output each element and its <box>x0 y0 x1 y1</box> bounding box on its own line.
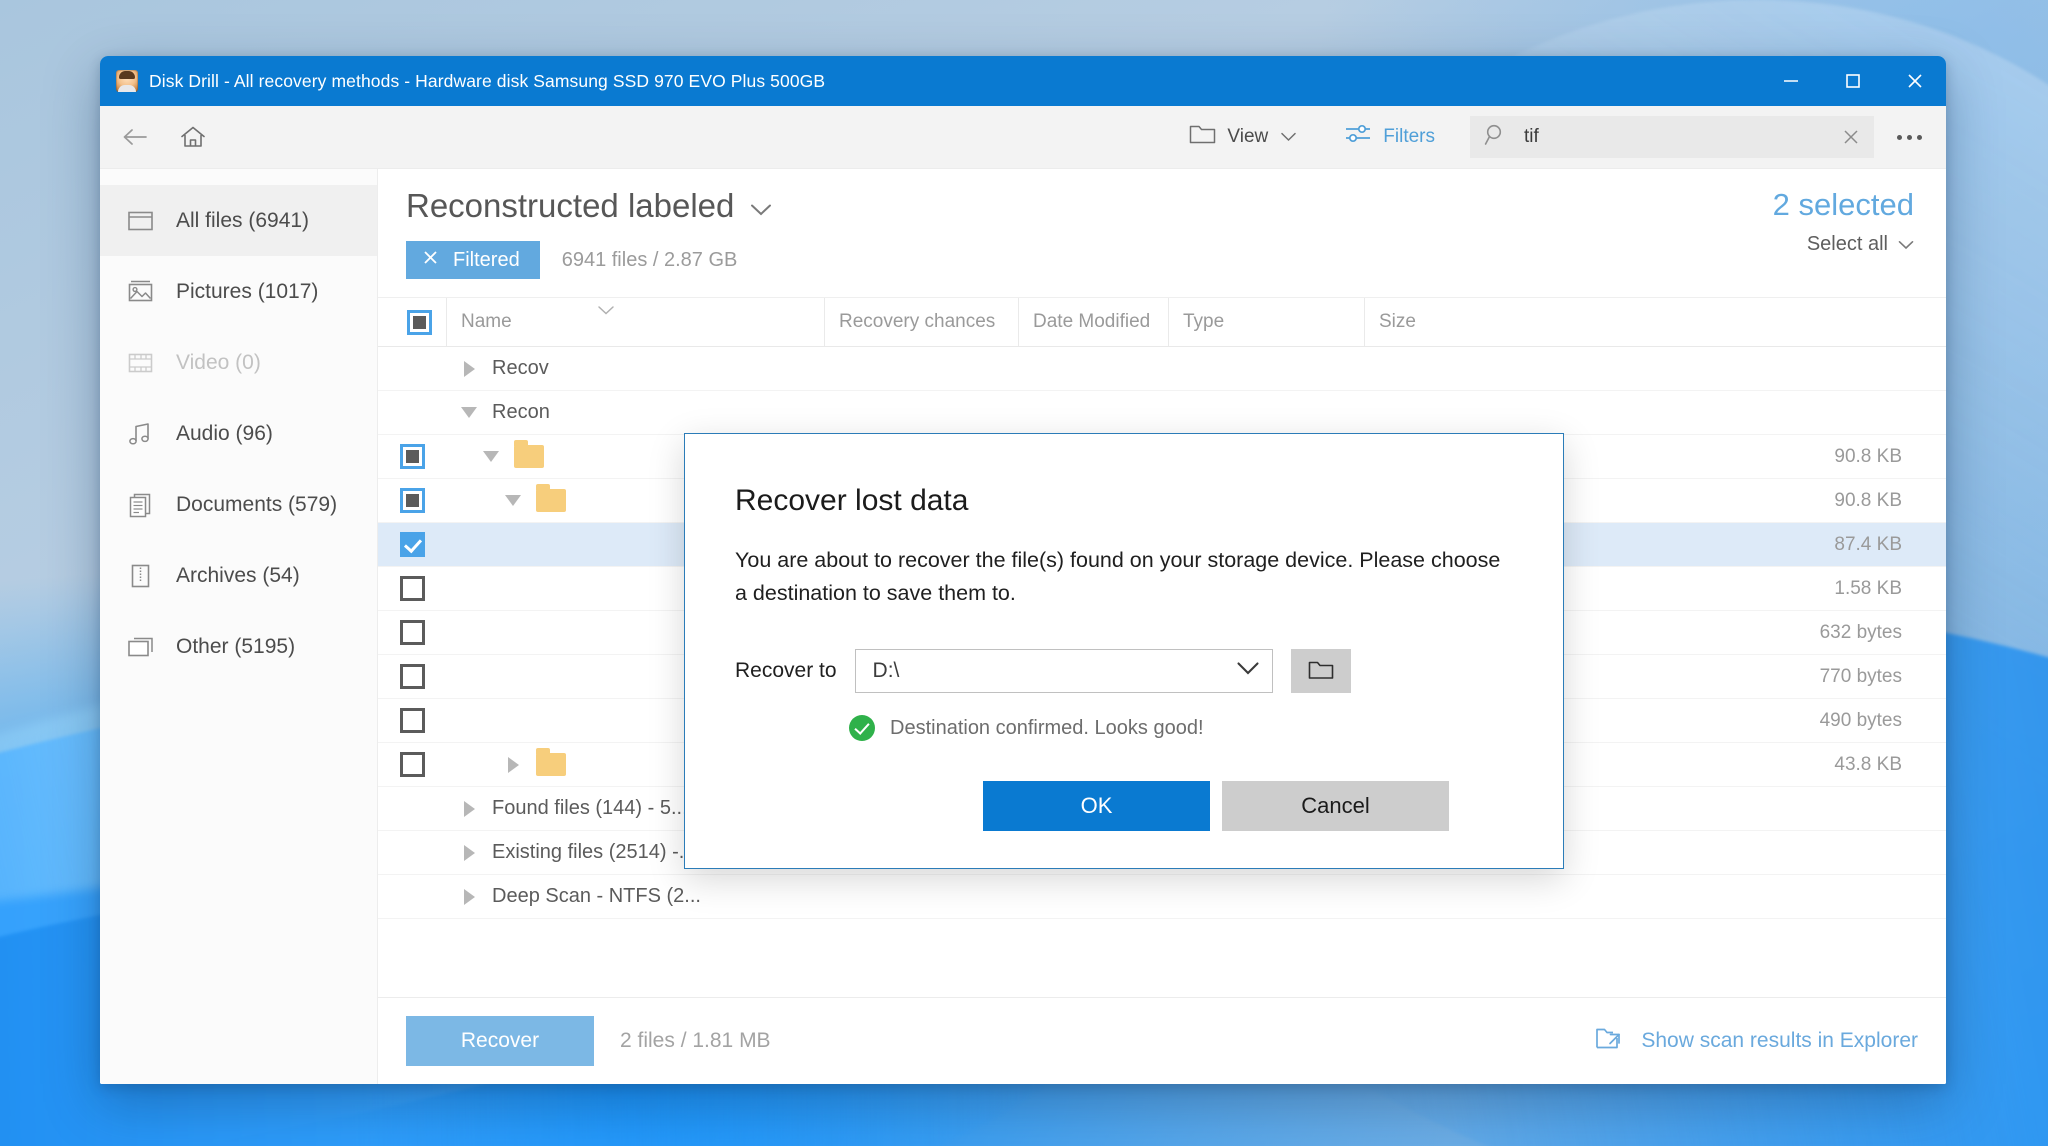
destination-input[interactable] <box>870 658 1236 685</box>
ok-button[interactable]: OK <box>983 781 1210 832</box>
dialog-title: Recover lost data <box>735 484 969 517</box>
modal-layer: Recover lost data You are about to recov… <box>100 56 1946 1084</box>
chevron-down-icon[interactable] <box>1236 661 1260 681</box>
success-check-icon <box>849 715 875 742</box>
destination-status-text: Destination confirmed. Looks good! <box>890 716 1204 739</box>
destination-status: Destination confirmed. Looks good! <box>685 693 1563 742</box>
browse-folder-button[interactable] <box>1290 649 1351 694</box>
recover-lost-data-dialog: Recover lost data You are about to recov… <box>684 433 1564 869</box>
destination-row: Recover to <box>685 609 1563 694</box>
destination-label: Recover to <box>735 659 837 683</box>
disk-drill-window: Disk Drill - All recovery methods - Hard… <box>100 56 1946 1084</box>
dialog-message: You are about to recover the file(s) fou… <box>735 548 1501 605</box>
dialog-actions: OK Cancel <box>685 741 1563 832</box>
folder-icon <box>1307 658 1335 685</box>
cancel-button[interactable]: Cancel <box>1222 781 1449 832</box>
destination-combobox[interactable] <box>854 649 1273 694</box>
